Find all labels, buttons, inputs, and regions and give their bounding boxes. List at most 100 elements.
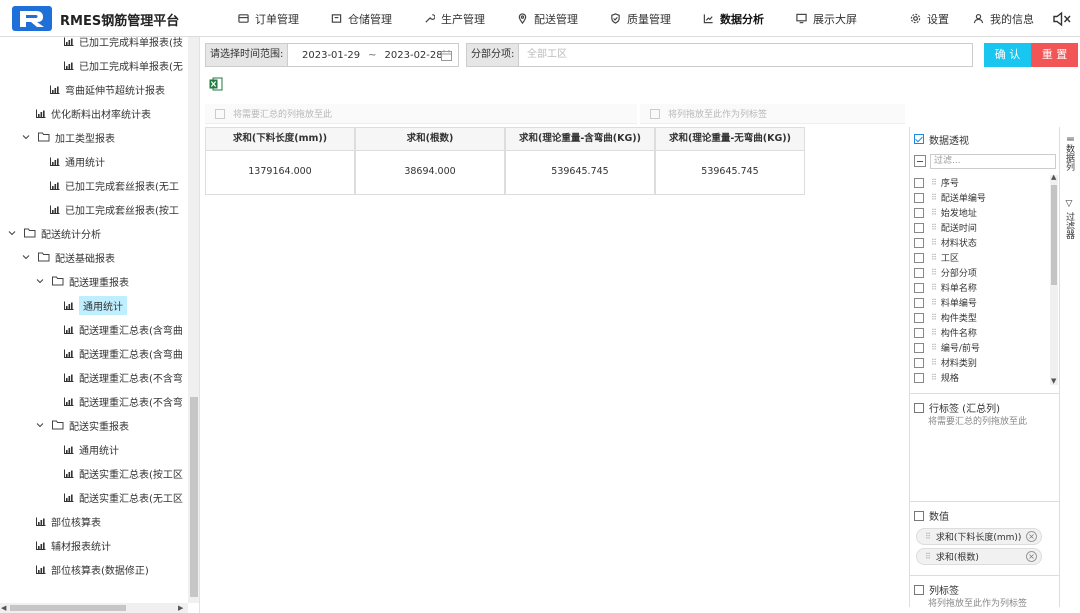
field-checkbox[interactable] xyxy=(914,207,924,218)
chevron-down-icon[interactable] xyxy=(22,253,30,261)
nav-quality-management[interactable]: 质量管理 xyxy=(594,0,687,37)
tree-report-item[interactable]: 已加工完成料单报表(无 xyxy=(64,53,183,77)
drag-grip-icon[interactable]: ⠿ xyxy=(931,193,937,202)
tree-report-item[interactable]: 通用统计 xyxy=(64,293,127,317)
field-checkbox[interactable] xyxy=(914,177,924,188)
field-checkbox[interactable] xyxy=(914,222,924,233)
nav-display-screen[interactable]: 展示大屏 xyxy=(780,0,873,37)
area-select[interactable]: 全部工区 xyxy=(518,43,973,67)
row-labels-section[interactable]: 行标签 (汇总列) 将需要汇总的列拖放至此 xyxy=(910,393,1060,501)
field-checkbox[interactable] xyxy=(914,252,924,263)
row-drop-zone[interactable]: 将需要汇总的列拖放至此 xyxy=(205,104,637,124)
field-checkbox[interactable] xyxy=(914,327,924,338)
drag-grip-icon[interactable]: ⠿ xyxy=(931,358,937,367)
field-checkbox[interactable] xyxy=(914,192,924,203)
reset-button[interactable]: 重 置 xyxy=(1031,43,1078,67)
scroll-right-arrow-icon[interactable]: ▶ xyxy=(178,604,183,612)
collapse-all-icon[interactable] xyxy=(914,155,926,167)
column-drop-zone[interactable]: 将列拖放至此作为列标签 xyxy=(640,104,905,124)
scroll-left-arrow-icon[interactable]: ◀ xyxy=(1,604,6,612)
tree-folder[interactable]: 配送理重报表 xyxy=(36,269,129,293)
drag-grip-icon[interactable]: ⠿ xyxy=(931,238,937,247)
date-start[interactable]: 2023-01-29 xyxy=(302,50,360,61)
tree-report-item[interactable]: 配送实重汇总表(无工区 xyxy=(64,485,183,509)
date-end[interactable]: 2023-02-28 xyxy=(385,50,443,61)
drag-grip-icon[interactable]: ⠿ xyxy=(931,298,937,307)
date-range-picker[interactable]: 2023-01-29 ~ 2023-02-28 xyxy=(287,43,459,67)
drag-grip-icon[interactable]: ⠿ xyxy=(931,178,937,187)
field-list-scroll-thumb[interactable] xyxy=(1051,185,1057,285)
sidebar-horizontal-scrollbar[interactable]: ◀ ▶ xyxy=(0,603,188,613)
field-checkbox[interactable] xyxy=(914,312,924,323)
nav-my-info[interactable]: 我的信息 xyxy=(961,0,1046,37)
field-checkbox[interactable] xyxy=(914,357,924,368)
field-checkbox[interactable] xyxy=(914,282,924,293)
excel-export-icon[interactable] xyxy=(209,77,223,91)
field-item[interactable]: ⠿ 料单编号 xyxy=(914,295,977,310)
sidebar-horizontal-scroll-thumb[interactable] xyxy=(10,605,126,611)
tree-report-item[interactable]: 弯曲延伸节超统计报表 xyxy=(50,77,165,101)
field-item[interactable]: ⠿ 材料类别 xyxy=(914,355,977,370)
tree-folder[interactable]: 配送基础报表 xyxy=(22,245,115,269)
drag-grip-icon[interactable]: ⠿ xyxy=(931,223,937,232)
field-checkbox[interactable] xyxy=(914,267,924,278)
field-item[interactable]: ⠿ 序号 xyxy=(914,175,959,190)
nav-delivery-management[interactable]: 配送管理 xyxy=(501,0,594,37)
nav-settings[interactable]: 设置 xyxy=(898,0,961,37)
field-checkbox[interactable] xyxy=(914,297,924,308)
tree-report-item[interactable]: 配送实重汇总表(按工区 xyxy=(64,461,183,485)
scroll-down-arrow-icon[interactable]: ▼ xyxy=(1051,377,1056,385)
value-chip-count[interactable]: ⠿ 求和(根数) × xyxy=(916,548,1042,565)
tree-report-item[interactable]: 通用统计 xyxy=(64,437,119,461)
pivot-header-cut-length[interactable]: 求和(下料长度(mm)) xyxy=(205,127,355,151)
chevron-down-icon[interactable] xyxy=(36,421,44,429)
drag-grip-icon[interactable]: ⠿ xyxy=(931,373,937,382)
field-checkbox[interactable] xyxy=(914,372,924,383)
drag-grip-icon[interactable]: ⠿ xyxy=(925,532,931,541)
tree-report-item[interactable]: 通用统计 xyxy=(50,149,105,173)
drag-grip-icon[interactable]: ⠿ xyxy=(931,328,937,337)
field-item[interactable]: ⠿ 分部分项 xyxy=(914,265,977,280)
tree-folder[interactable]: 配送统计分析 xyxy=(8,221,101,245)
sidebar-vertical-scrollbar[interactable] xyxy=(188,37,199,603)
tree-report-item[interactable]: 辅材报表统计 xyxy=(36,533,111,557)
nav-warehouse-management[interactable]: 仓储管理 xyxy=(315,0,408,37)
tab-filter[interactable]: ▽ 过滤器 xyxy=(1064,199,1076,239)
field-item[interactable]: ⠿ 配送时间 xyxy=(914,220,977,235)
drag-grip-icon[interactable]: ⠿ xyxy=(931,313,937,322)
remove-icon[interactable]: × xyxy=(1026,551,1037,562)
pivot-toggle[interactable]: 数据透视 xyxy=(914,131,969,147)
field-list-scrollbar[interactable]: ▲ ▼ xyxy=(1050,173,1058,385)
tree-folder[interactable]: 配送实重报表 xyxy=(36,413,129,437)
nav-order-management[interactable]: 订单管理 xyxy=(222,0,315,37)
drag-grip-icon[interactable]: ⠿ xyxy=(931,343,937,352)
chevron-down-icon[interactable] xyxy=(22,133,30,141)
nav-production-management[interactable]: 生产管理 xyxy=(408,0,501,37)
tree-report-item[interactable]: 配送理重汇总表(含弯曲 xyxy=(64,341,183,365)
tree-report-item[interactable]: 部位核算表(数据修正) xyxy=(36,557,149,581)
tree-report-item[interactable]: 配送理重汇总表(不含弯 xyxy=(64,389,183,413)
field-item[interactable]: ⠿ 工区 xyxy=(914,250,959,265)
value-chip-cut-length[interactable]: ⠿ 求和(下料长度(mm)) × xyxy=(916,528,1042,545)
tab-data-columns[interactable]: ⦀ 数据列 xyxy=(1064,137,1076,171)
confirm-button[interactable]: 确 认 xyxy=(984,43,1031,67)
field-item[interactable]: ⠿ 构件类型 xyxy=(914,310,977,325)
drag-grip-icon[interactable]: ⠿ xyxy=(931,208,937,217)
tree-report-item[interactable]: 部位核算表 xyxy=(36,509,101,533)
pivot-enabled-checkbox[interactable] xyxy=(914,134,924,144)
field-item[interactable]: ⠿ 构件名称 xyxy=(914,325,977,340)
scroll-up-arrow-icon[interactable]: ▲ xyxy=(1051,173,1056,181)
field-item[interactable]: ⠿ 规格 xyxy=(914,370,959,385)
drag-grip-icon[interactable]: ⠿ xyxy=(931,268,937,277)
tree-report-item[interactable]: 优化断料出材率统计表 xyxy=(36,101,151,125)
field-item[interactable]: ⠿ 材料状态 xyxy=(914,235,977,250)
chevron-down-icon[interactable] xyxy=(36,277,44,285)
field-checkbox[interactable] xyxy=(914,237,924,248)
tree-report-item[interactable]: 已加工完成套丝报表(无工 xyxy=(50,173,179,197)
nav-data-analysis[interactable]: 数据分析 xyxy=(687,0,780,37)
tree-report-item[interactable]: 已加工完成套丝报表(按工 xyxy=(50,197,179,221)
drag-grip-icon[interactable]: ⠿ xyxy=(931,283,937,292)
remove-icon[interactable]: × xyxy=(1026,531,1037,542)
tree-report-item[interactable]: 配送理重汇总表(含弯曲 xyxy=(64,317,183,341)
calendar-icon[interactable] xyxy=(441,50,452,61)
